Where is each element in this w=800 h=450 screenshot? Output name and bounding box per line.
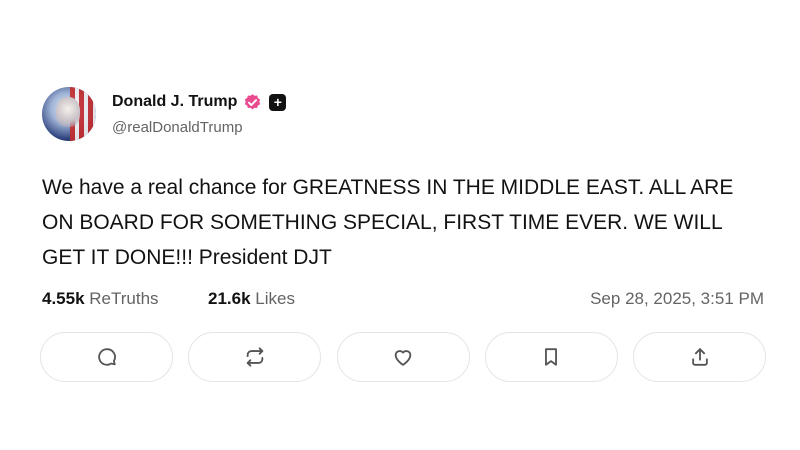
bookmark-icon — [545, 348, 558, 366]
retruths-label: ReTruths — [89, 289, 159, 308]
reply-button[interactable] — [40, 332, 173, 382]
share-button[interactable] — [633, 332, 766, 382]
post-stats: 4.55k ReTruths 21.6k Likes Sep 28, 2025,… — [42, 289, 766, 313]
retruth-button[interactable] — [188, 332, 322, 382]
post-header: Donald J. Trump + @realDonaldTrump — [42, 86, 766, 142]
retruths-count: 4.55k — [42, 289, 85, 308]
bookmark-button[interactable] — [484, 332, 618, 382]
author-display-name[interactable]: Donald J. Trump — [112, 93, 237, 111]
retruths-stat[interactable]: 4.55k ReTruths — [42, 289, 159, 309]
author-block: Donald J. Trump + @realDonaldTrump — [112, 91, 287, 136]
retruth-icon — [246, 347, 263, 367]
like-button[interactable] — [336, 332, 470, 382]
author-name-row: Donald J. Trump + — [112, 91, 287, 113]
post-text: We have a real chance for GREATNESS IN T… — [42, 176, 734, 269]
avatar[interactable] — [42, 87, 96, 141]
post-card: Donald J. Trump + @realDonaldTrump We ha… — [42, 86, 766, 313]
likes-label: Likes — [255, 289, 295, 308]
post-timestamp[interactable]: Sep 28, 2025, 3:51 PM — [590, 289, 764, 309]
reply-icon — [97, 348, 116, 366]
likes-count: 21.6k — [208, 289, 251, 308]
verified-badge-icon — [245, 93, 261, 109]
avatar-portrait — [56, 97, 80, 127]
author-handle[interactable]: @realDonaldTrump — [112, 119, 286, 136]
share-icon — [691, 348, 708, 366]
like-icon — [394, 350, 412, 366]
action-bar — [40, 332, 766, 384]
likes-stat[interactable]: 21.6k Likes — [208, 289, 295, 309]
plus-badge-icon: + — [269, 93, 287, 111]
